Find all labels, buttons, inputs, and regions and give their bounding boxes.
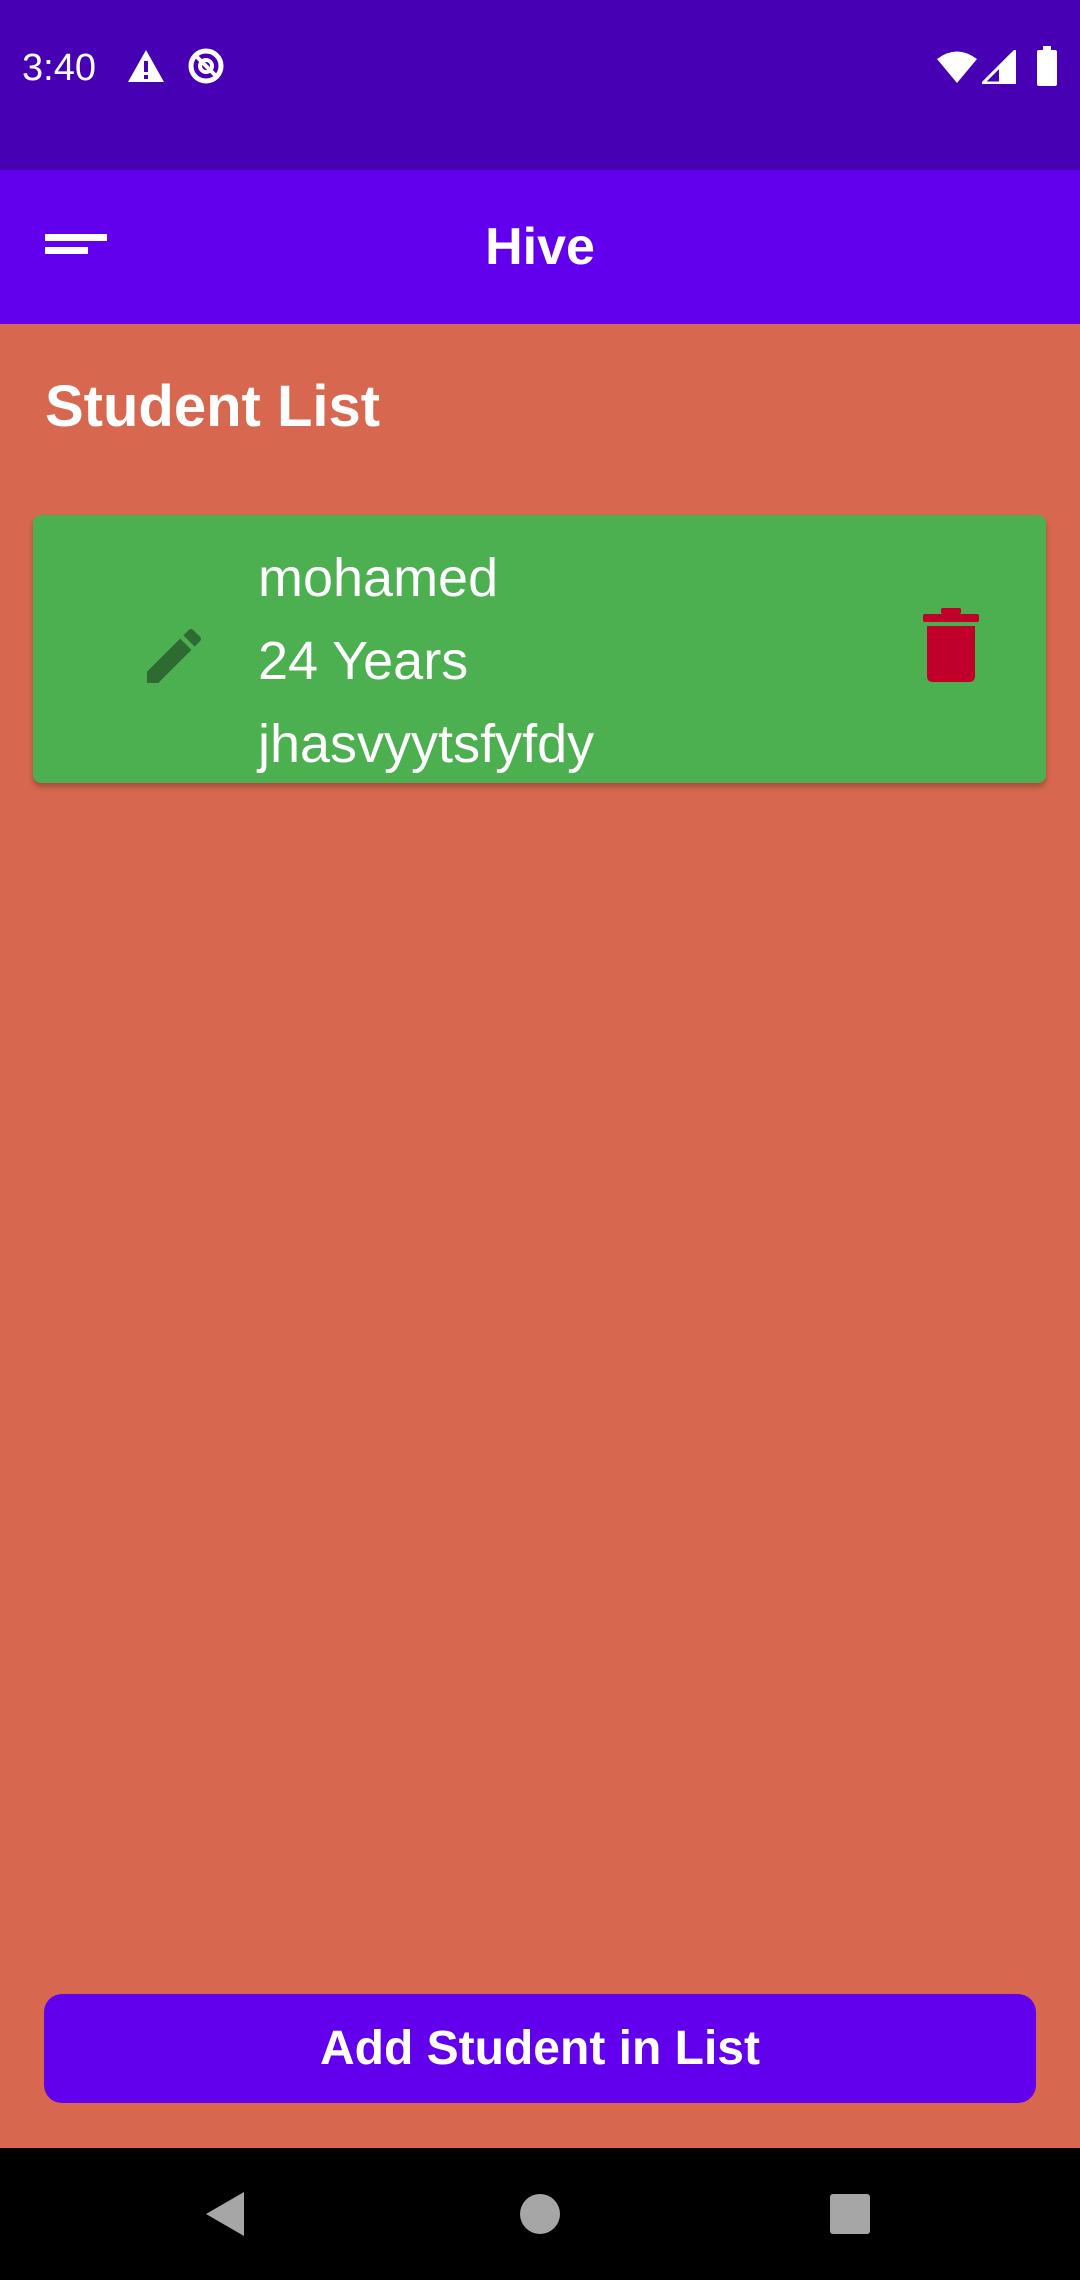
add-student-button[interactable]: Add Student in List: [44, 1994, 1036, 2103]
recents-icon[interactable]: [829, 2193, 871, 2235]
menu-button[interactable]: [30, 210, 120, 282]
sort-menu-icon: [45, 234, 107, 254]
wifi-icon: [937, 51, 977, 83]
home-icon[interactable]: [518, 2192, 562, 2236]
navigation-bar: [0, 2148, 1080, 2280]
back-icon[interactable]: [204, 2190, 246, 2238]
battery-icon: [1037, 46, 1057, 86]
student-detail: jhasvyytsfyfdy: [258, 714, 595, 774]
status-bar: 3:40: [0, 0, 1080, 170]
student-age: 24 Years: [258, 631, 469, 691]
edit-button[interactable]: [103, 585, 233, 715]
student-card[interactable]: mohamed 24 Years jhasvyytsfyfdy: [33, 515, 1046, 783]
student-info: mohamed 24 Years jhasvyytsfyfdy: [258, 537, 594, 786]
student-name: mohamed: [258, 548, 499, 608]
delete-button[interactable]: [888, 585, 1018, 715]
trash-icon: [923, 608, 979, 682]
edit-pencil-icon: [147, 628, 202, 683]
app-title: Hive: [485, 218, 595, 276]
status-time: 3:40: [22, 47, 96, 89]
cellular-signal-icon: [982, 50, 1016, 84]
data-saver-icon: [188, 48, 224, 84]
section-title: Student List: [45, 374, 381, 439]
app-bar: Hive: [0, 170, 1080, 324]
warning-icon: [128, 50, 164, 82]
